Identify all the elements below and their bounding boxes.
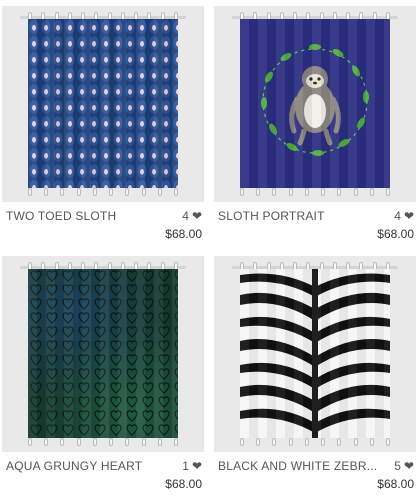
heart-icon[interactable]: ❤: [404, 460, 414, 472]
product-image-sloth-portrait[interactable]: [214, 6, 416, 202]
curtain-feet: [28, 188, 178, 196]
like-count[interactable]: 4 ❤: [394, 209, 414, 223]
product-image-two-toed-sloth[interactable]: [2, 6, 204, 202]
product-price: $68.00: [165, 227, 202, 241]
product-card-two-toed-sloth[interactable]: TWO TOED SLOTH 4 ❤ $68.00: [2, 6, 204, 251]
product-image-aqua-grungy-heart[interactable]: [2, 256, 204, 452]
heart-icon[interactable]: ❤: [192, 460, 202, 472]
zebra-stripes: [240, 269, 390, 438]
heart-icon[interactable]: ❤: [192, 210, 202, 222]
curtain-feet: [28, 438, 178, 446]
curtain-feet: [240, 438, 390, 446]
product-card-black-and-white-zebra[interactable]: BLACK AND WHITE ZEBR... 5 ❤ $68.00: [214, 256, 416, 501]
like-number: 4: [182, 209, 189, 223]
shower-curtain: [28, 19, 178, 188]
product-price: $68.00: [377, 477, 414, 491]
product-title[interactable]: TWO TOED SLOTH: [6, 209, 116, 223]
shower-curtain: [240, 269, 390, 438]
like-number: 4: [394, 209, 401, 223]
product-image-black-and-white-zebra[interactable]: [214, 256, 416, 452]
product-price: $68.00: [377, 227, 414, 241]
product-title[interactable]: AQUA GRUNGY HEART: [6, 459, 142, 473]
shower-curtain: [28, 269, 178, 438]
product-price: $68.00: [165, 477, 202, 491]
product-title[interactable]: BLACK AND WHITE ZEBR...: [218, 459, 377, 473]
product-title[interactable]: SLOTH PORTRAIT: [218, 209, 325, 223]
product-card-sloth-portrait[interactable]: SLOTH PORTRAIT 4 ❤ $68.00: [214, 6, 416, 251]
like-count[interactable]: 1 ❤: [182, 459, 202, 473]
like-number: 5: [394, 459, 401, 473]
like-count[interactable]: 4 ❤: [182, 209, 202, 223]
curtain-feet: [240, 188, 390, 196]
shower-curtain: [240, 19, 390, 188]
heart-icon[interactable]: ❤: [404, 210, 414, 222]
heart-pattern: [28, 269, 178, 438]
like-number: 1: [182, 459, 189, 473]
sloth-wreath-illustration: [261, 44, 369, 156]
like-count[interactable]: 5 ❤: [394, 459, 414, 473]
product-card-aqua-grungy-heart[interactable]: AQUA GRUNGY HEART 1 ❤ $68.00: [2, 256, 204, 501]
